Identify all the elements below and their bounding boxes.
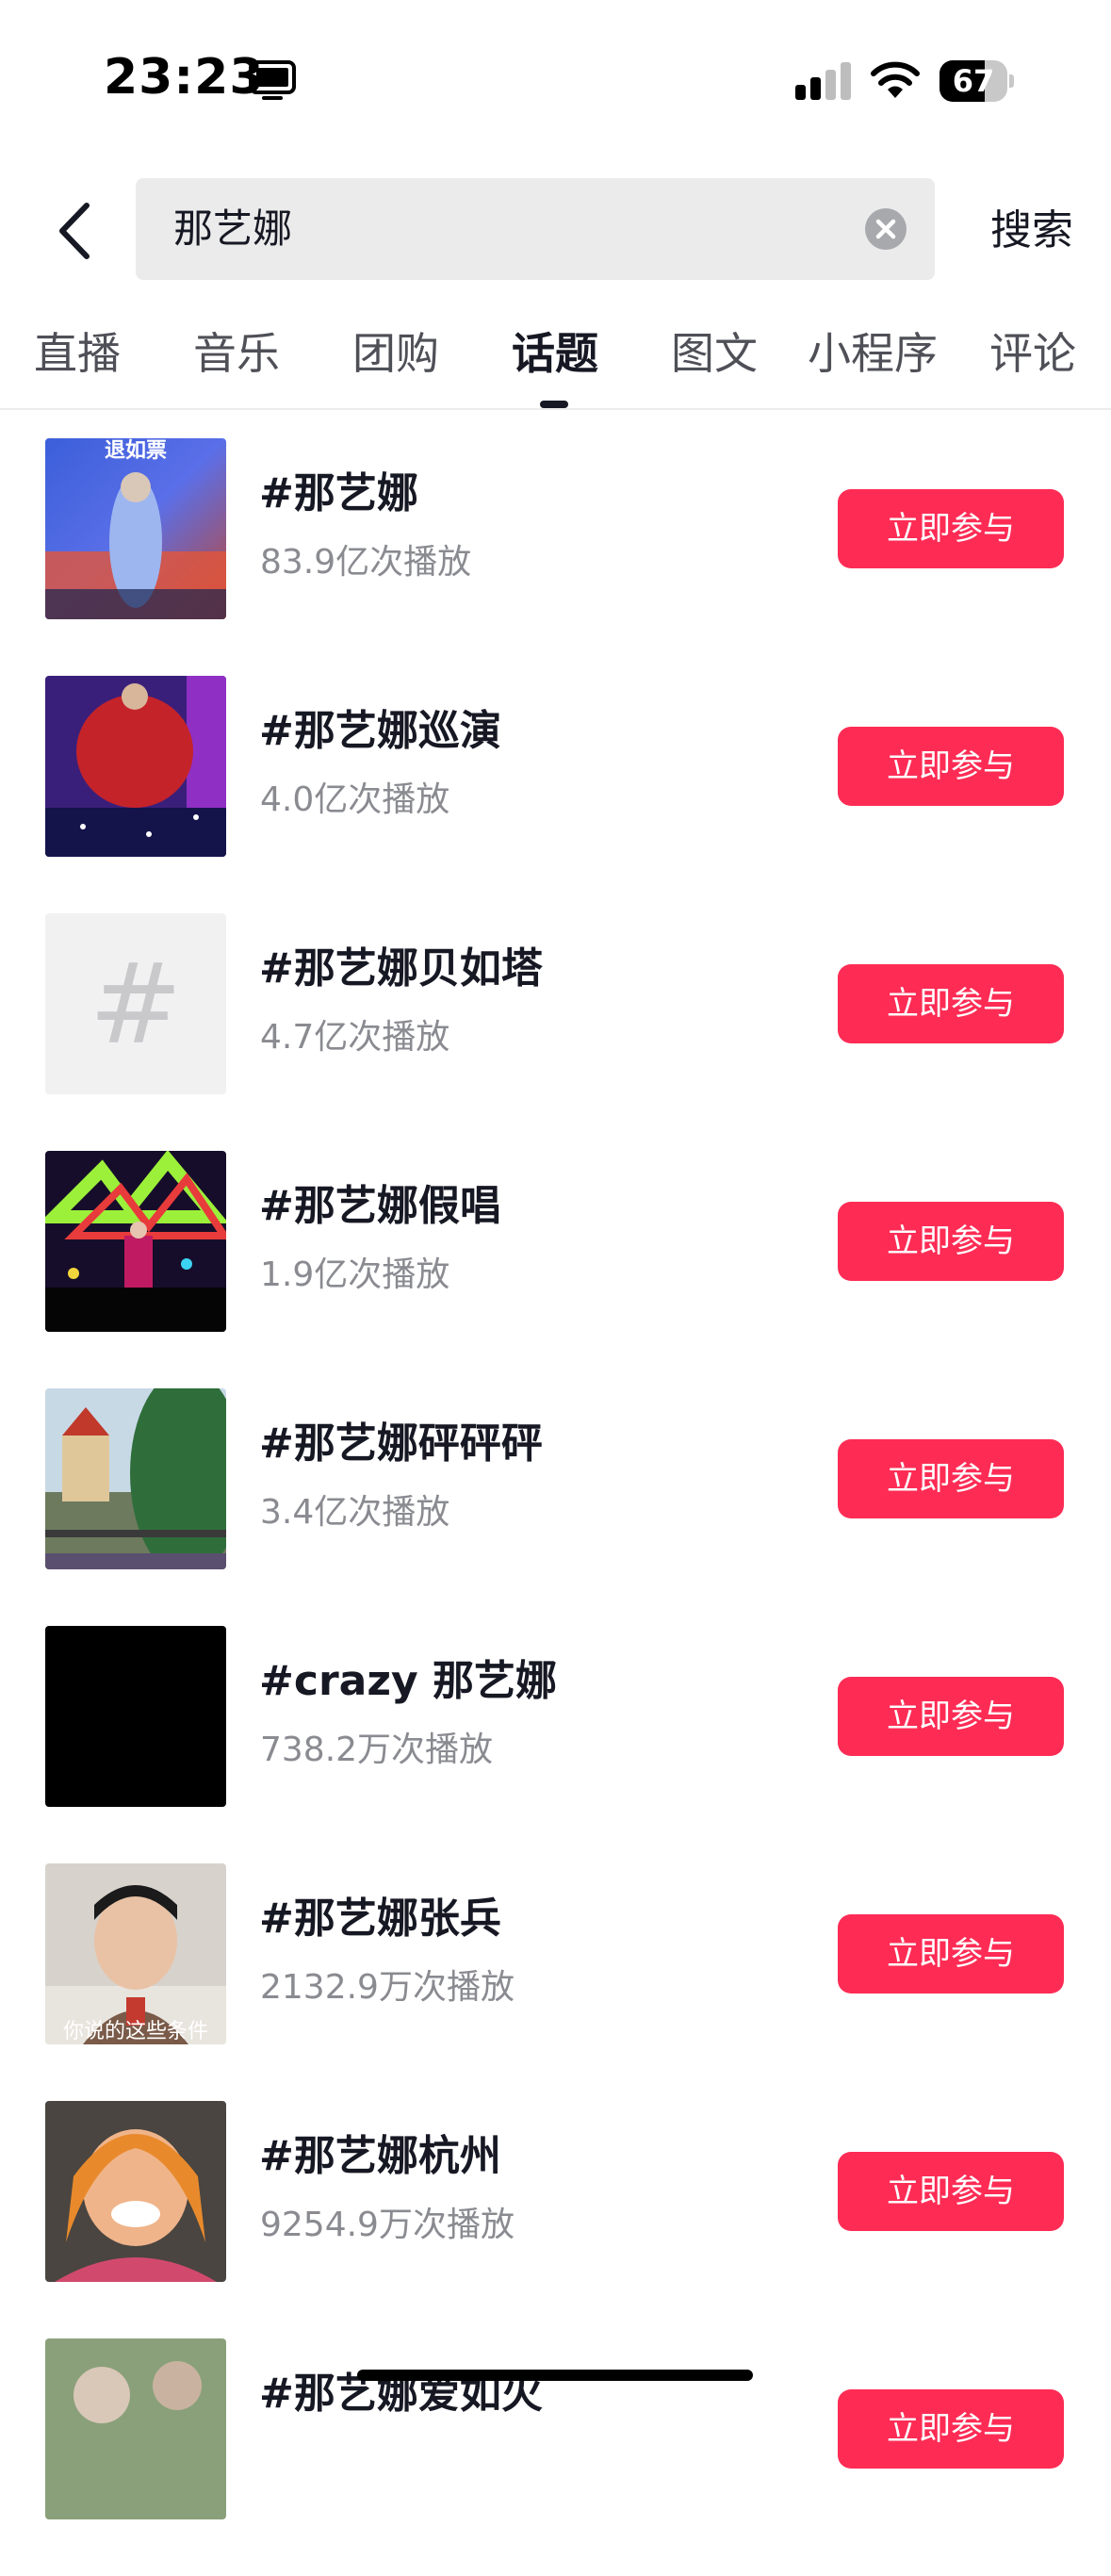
join-button[interactable]: 立即参与 — [838, 1439, 1064, 1518]
topic-title: #那艺娜假唱 — [259, 1182, 501, 1230]
topic-thumbnail — [45, 1388, 226, 1569]
topic-view-count: 3.4亿次播放 — [260, 1493, 450, 1532]
topic-row[interactable]: #那艺娜杭州 9254.9万次播放 立即参与 — [0, 2101, 1111, 2338]
search-input[interactable]: 那艺娜 — [173, 178, 833, 280]
join-button[interactable]: 立即参与 — [838, 727, 1064, 806]
home-indicator[interactable] — [357, 2370, 753, 2381]
join-button[interactable]: 立即参与 — [838, 1677, 1064, 1756]
join-button[interactable]: 立即参与 — [838, 1202, 1064, 1281]
thumbnail-caption: 你说的这些条件 — [62, 2020, 208, 2043]
topic-view-count: 83.9亿次播放 — [260, 543, 472, 582]
topic-row[interactable]: #crazy 那艺娜 738.2万次播放 立即参与 — [0, 1626, 1111, 1863]
tab-live[interactable]: 直播 — [34, 311, 121, 396]
topic-title: #那艺娜张兵 — [259, 1895, 501, 1943]
hashtag-icon: # — [89, 939, 183, 1069]
battery-tip — [1009, 74, 1014, 88]
topic-thumbnail: 你说的这些条件 — [45, 1863, 226, 2044]
topic-title: #那艺娜杭州 — [259, 2132, 501, 2180]
topic-row[interactable]: #那艺娜假唱 1.9亿次播放 立即参与 — [0, 1151, 1111, 1388]
battery-body: 67 — [939, 60, 1007, 102]
battery-icon: 67 — [939, 60, 1015, 102]
topic-thumbnail: 退如票 — [45, 438, 226, 619]
search-box[interactable]: 那艺娜 — [136, 178, 935, 280]
join-button[interactable]: 立即参与 — [838, 2152, 1064, 2231]
topic-row[interactable]: #那艺娜巡演 4.0亿次播放 立即参与 — [0, 676, 1111, 913]
cellular-signal-icon — [795, 62, 851, 100]
status-bar: 23:23 67 — [0, 0, 1111, 160]
topic-title: #那艺娜 — [259, 469, 418, 517]
status-time: 23:23 — [104, 49, 265, 106]
tab-topics[interactable]: 话题 — [512, 311, 598, 396]
topic-view-count: 4.7亿次播放 — [260, 1018, 450, 1057]
thumbnail-caption: 退如票 — [105, 439, 167, 463]
tab-group-buy[interactable]: 团购 — [352, 311, 439, 396]
tab-mini-programs[interactable]: 小程序 — [808, 311, 938, 396]
back-chevron-icon — [59, 203, 90, 259]
search-submit-button[interactable]: 搜索 — [971, 189, 1093, 273]
screen-mirroring-icon — [249, 60, 296, 100]
tab-music[interactable]: 音乐 — [193, 311, 280, 396]
join-button[interactable]: 立即参与 — [838, 1914, 1064, 1994]
topic-row[interactable]: 你说的这些条件 #那艺娜张兵 2132.9万次播放 立即参与 — [0, 1863, 1111, 2101]
hashtag-placeholder-thumbnail: # — [45, 913, 226, 1094]
topic-thumbnail — [45, 2101, 226, 2282]
topic-thumbnail — [45, 676, 226, 857]
tab-comments[interactable]: 评论 — [989, 311, 1076, 396]
topic-view-count: 738.2万次播放 — [260, 1731, 494, 1769]
result-tabs: 直播 音乐 团购 话题 图文 小程序 评论 — [0, 311, 1111, 408]
topic-title: #那艺娜贝如塔 — [259, 944, 543, 993]
topic-thumbnail — [45, 1626, 226, 1807]
topic-thumbnail — [45, 2338, 226, 2519]
join-button[interactable]: 立即参与 — [838, 2389, 1064, 2469]
topic-row[interactable]: # #那艺娜贝如塔 4.7亿次播放 立即参与 — [0, 913, 1111, 1151]
topic-title: #那艺娜爱如火 — [259, 2370, 543, 2418]
topic-row[interactable]: #那艺娜砰砰砰 3.4亿次播放 立即参与 — [0, 1388, 1111, 1626]
wifi-icon — [871, 61, 920, 98]
topic-title: #那艺娜巡演 — [259, 707, 501, 755]
topic-thumbnail — [45, 1151, 226, 1332]
topic-row[interactable]: 退如票 #那艺娜 83.9亿次播放 立即参与 — [0, 438, 1111, 676]
clear-search-button[interactable] — [865, 208, 907, 250]
topic-view-count: 2132.9万次播放 — [260, 1968, 515, 2007]
clear-icon — [875, 219, 896, 239]
topic-view-count: 4.0亿次播放 — [260, 780, 450, 819]
active-tab-indicator — [540, 401, 568, 408]
back-button[interactable] — [45, 189, 111, 273]
tabs-divider — [0, 408, 1111, 410]
battery-label: 67 — [952, 63, 995, 99]
join-button[interactable]: 立即参与 — [838, 489, 1064, 568]
topic-view-count: 9254.9万次播放 — [260, 2206, 515, 2244]
topic-view-count: 1.9亿次播放 — [260, 1255, 450, 1294]
topic-title: #crazy 那艺娜 — [259, 1657, 557, 1705]
join-button[interactable]: 立即参与 — [838, 964, 1064, 1043]
topic-title: #那艺娜砰砰砰 — [259, 1419, 543, 1468]
tab-image-text[interactable]: 图文 — [671, 311, 758, 396]
